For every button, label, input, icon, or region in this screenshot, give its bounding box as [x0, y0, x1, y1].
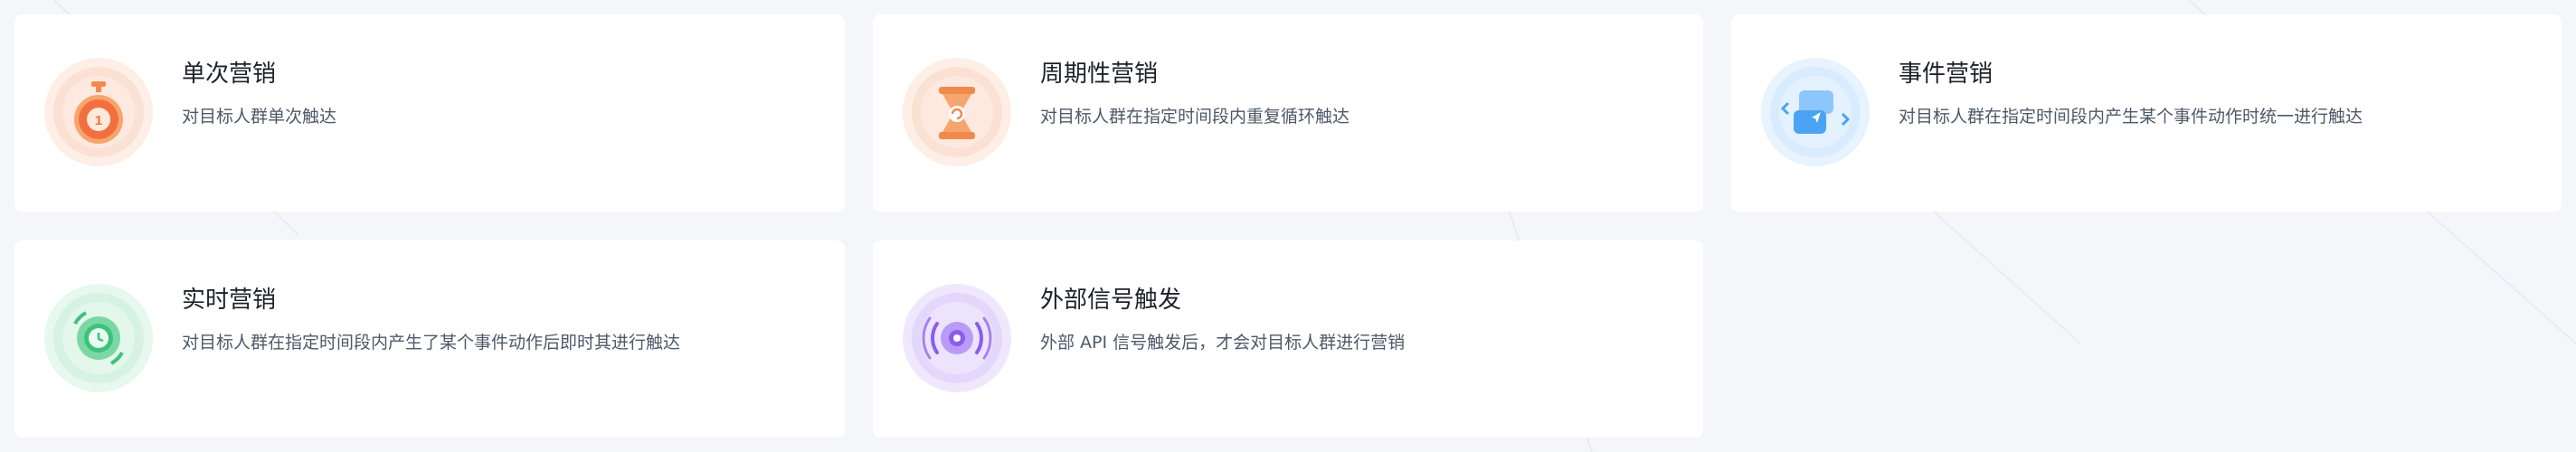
card-title: 外部信号触发	[1040, 287, 1182, 314]
card-description: 对目标人群在指定时间段内产生了某个事件动作后即时其进行触达	[182, 333, 681, 353]
card-description: 对目标人群单次触达	[182, 107, 337, 127]
card-description: 对目标人群在指定时间段内重复循环触达	[1040, 107, 1350, 127]
realtime-clock-icon	[44, 284, 153, 392]
marketing-type-grid: 1 单次营销 对目标人群单次触达 周期性营销 对目标人群在指定时间段内重复循环触…	[14, 14, 2562, 438]
svg-text:1: 1	[95, 113, 102, 128]
event-chat-icon	[1761, 58, 1870, 166]
card-title: 周期性营销	[1040, 61, 1159, 88]
card-description: 外部 API 信号触发后，才会对目标人群进行营销	[1040, 333, 1406, 353]
signal-broadcast-icon	[903, 284, 1011, 392]
card-event-marketing[interactable]: 事件营销 对目标人群在指定时间段内产生某个事件动作时统一进行触达	[1731, 14, 2562, 212]
card-title: 单次营销	[182, 61, 277, 88]
card-periodic-marketing[interactable]: 周期性营销 对目标人群在指定时间段内重复循环触达	[873, 14, 1703, 212]
card-single-marketing[interactable]: 1 单次营销 对目标人群单次触达	[14, 14, 845, 212]
card-realtime-marketing[interactable]: 实时营销 对目标人群在指定时间段内产生了某个事件动作后即时其进行触达	[14, 240, 845, 438]
stopwatch-icon: 1	[44, 58, 153, 166]
card-title: 实时营销	[182, 287, 277, 314]
card-title: 事件营销	[1899, 61, 1994, 88]
card-description: 对目标人群在指定时间段内产生某个事件动作时统一进行触达	[1899, 107, 2363, 127]
hourglass-cycle-icon	[903, 58, 1011, 166]
card-external-signal[interactable]: 外部信号触发 外部 API 信号触发后，才会对目标人群进行营销	[873, 240, 1703, 438]
